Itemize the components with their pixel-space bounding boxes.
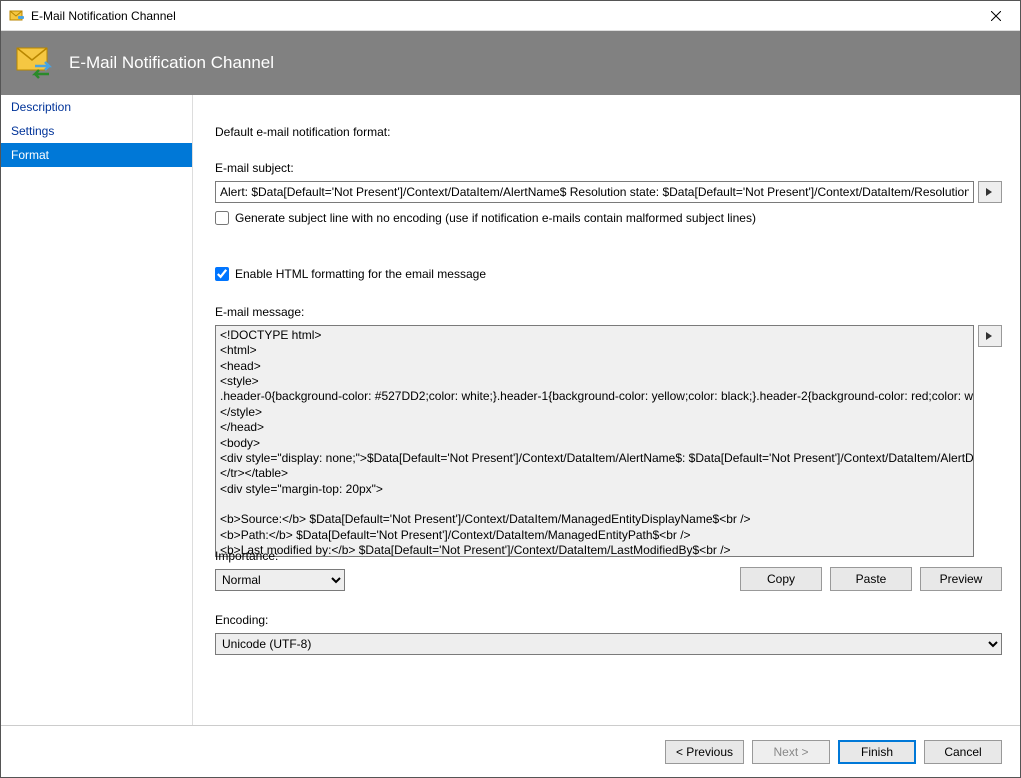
intro-label: Default e-mail notification format: <box>215 125 1002 139</box>
content-panel: Default e-mail notification format: E-ma… <box>193 95 1020 725</box>
footer: < Previous Next > Finish Cancel <box>1 725 1020 777</box>
sidebar-item-format[interactable]: Format <box>1 143 192 167</box>
message-variable-button[interactable] <box>978 325 1002 347</box>
html-format-checkbox[interactable] <box>215 267 229 281</box>
subject-variable-button[interactable] <box>978 181 1002 203</box>
encoding-label: Encoding: <box>215 613 1002 627</box>
header-title: E-Mail Notification Channel <box>69 53 274 73</box>
encoding-select[interactable]: Unicode (UTF-8) <box>215 633 1002 655</box>
no-encoding-label: Generate subject line with no encoding (… <box>235 211 756 225</box>
cancel-button[interactable]: Cancel <box>924 740 1002 764</box>
sidebar-item-settings[interactable]: Settings <box>1 119 192 143</box>
finish-button[interactable]: Finish <box>838 740 916 764</box>
previous-button[interactable]: < Previous <box>665 740 744 764</box>
sidebar-item-description[interactable]: Description <box>1 95 192 119</box>
dialog-window: E-Mail Notification Channel E-Mail Notif… <box>0 0 1021 778</box>
paste-button[interactable]: Paste <box>830 567 912 591</box>
next-button: Next > <box>752 740 830 764</box>
html-format-label: Enable HTML formatting for the email mes… <box>235 267 486 281</box>
no-encoding-checkbox[interactable] <box>215 211 229 225</box>
importance-select[interactable]: Normal <box>215 569 345 591</box>
subject-input[interactable] <box>215 181 974 203</box>
mail-icon <box>15 46 55 80</box>
subject-label: E-mail subject: <box>215 161 1002 175</box>
message-label: E-mail message: <box>215 305 1002 319</box>
message-textarea[interactable] <box>215 325 974 557</box>
importance-label: Importance: <box>215 549 345 563</box>
close-button[interactable] <box>974 2 1018 30</box>
preview-button[interactable]: Preview <box>920 567 1002 591</box>
window-title: E-Mail Notification Channel <box>31 9 974 23</box>
sidebar: Description Settings Format <box>1 95 193 725</box>
titlebar: E-Mail Notification Channel <box>1 1 1020 31</box>
app-icon <box>9 8 25 24</box>
body: Description Settings Format Default e-ma… <box>1 95 1020 725</box>
copy-button[interactable]: Copy <box>740 567 822 591</box>
header-banner: E-Mail Notification Channel <box>1 31 1020 95</box>
